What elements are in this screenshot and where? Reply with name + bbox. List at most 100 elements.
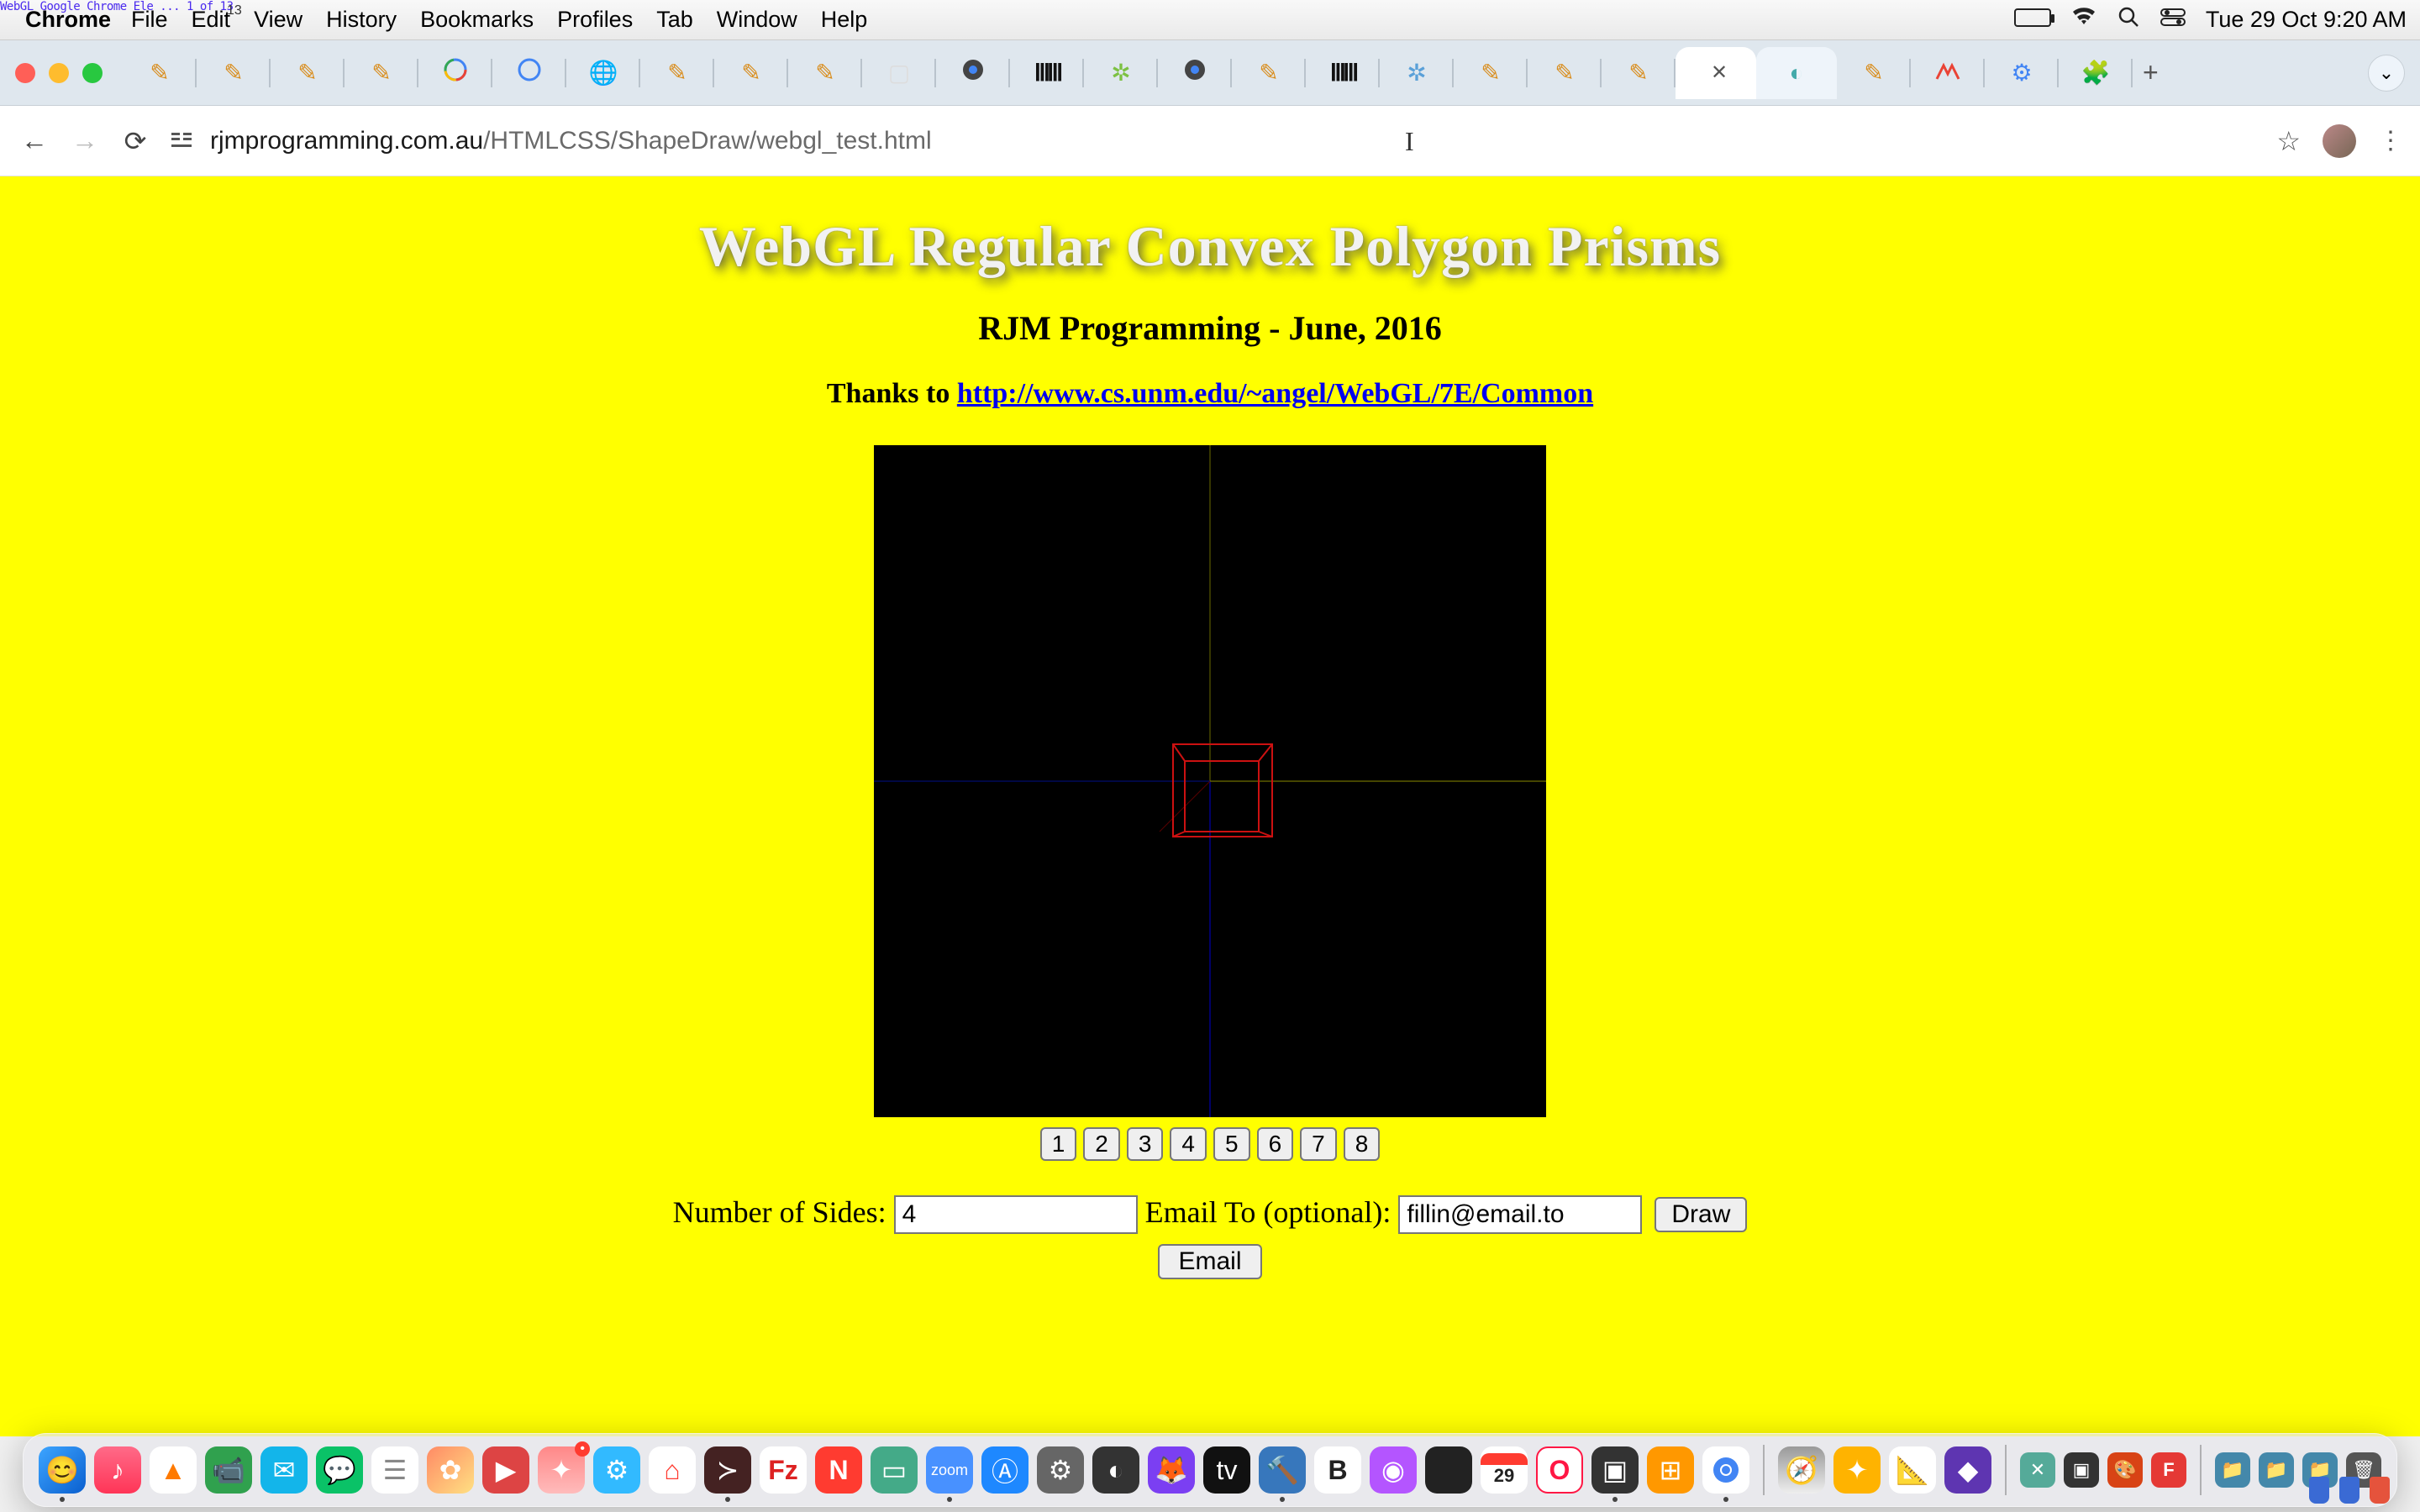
bookmark-star-icon[interactable]: ☆ — [2276, 125, 2301, 157]
dock-gears-icon[interactable]: ⚙ — [1037, 1446, 1084, 1494]
tab-23[interactable]: ◐ — [1756, 47, 1837, 99]
dock-filezilla-icon[interactable]: Fz — [760, 1446, 807, 1494]
tab-27[interactable]: 🧩 — [2059, 47, 2133, 99]
tab-24[interactable]: ✎ — [1837, 47, 1911, 99]
side-count-6[interactable]: 6 — [1257, 1127, 1294, 1161]
dock-app-a-icon[interactable]: ✦• — [538, 1446, 585, 1494]
dock-matlab-icon[interactable]: 📐 — [1889, 1446, 1936, 1494]
sides-input[interactable] — [894, 1195, 1138, 1234]
dock-firefox-icon[interactable]: 🦊 — [1148, 1446, 1195, 1494]
tab-14[interactable]: ✲ — [1084, 47, 1158, 99]
menu-history[interactable]: History — [326, 7, 397, 33]
dock-facetime-icon[interactable]: 📹 — [205, 1446, 252, 1494]
dock-colorwheel-icon[interactable]: ◐ — [1092, 1446, 1139, 1494]
side-count-5[interactable]: 5 — [1213, 1127, 1250, 1161]
dock-mail-icon[interactable]: ✉ — [260, 1446, 308, 1494]
tab-3[interactable]: ✎ — [271, 47, 345, 99]
forward-button[interactable]: → — [67, 123, 103, 159]
dock-recent-4-icon[interactable]: F — [2151, 1452, 2186, 1488]
spotlight-icon[interactable] — [2117, 5, 2140, 34]
tab-active[interactable]: ✕ — [1676, 47, 1756, 99]
dock-appstore-icon[interactable]: Ⓐ — [981, 1446, 1028, 1494]
tab-8[interactable]: ✎ — [640, 47, 714, 99]
tab-17[interactable]: ⅢⅢ — [1306, 47, 1380, 99]
chrome-menu-icon[interactable]: ⋮ — [2378, 126, 2403, 155]
dock-xcode-icon[interactable]: 🔨 — [1259, 1446, 1306, 1494]
profile-avatar[interactable] — [2323, 124, 2356, 158]
reload-button[interactable]: ⟳ — [118, 123, 153, 159]
tab-9[interactable]: ✎ — [714, 47, 788, 99]
tab-26[interactable]: ⚙ — [1985, 47, 2059, 99]
dock-reminders-icon[interactable]: ☰ — [371, 1446, 418, 1494]
dock-messages-icon[interactable]: 💬 — [316, 1446, 363, 1494]
tab-21[interactable]: ✎ — [1602, 47, 1676, 99]
dock-folder-2-icon[interactable]: 📁 — [2259, 1452, 2294, 1488]
dock-zoom-icon[interactable]: zoom — [926, 1446, 973, 1494]
side-count-3[interactable]: 3 — [1127, 1127, 1164, 1161]
maximize-window-button[interactable] — [82, 63, 103, 83]
dock-home-icon[interactable]: ⌂ — [649, 1446, 696, 1494]
thanks-link[interactable]: http://www.cs.unm.edu/~angel/WebGL/7E/Co… — [957, 378, 1593, 409]
menu-window[interactable]: Window — [717, 7, 797, 33]
email-to-input[interactable] — [1398, 1195, 1642, 1234]
menubar-clock[interactable]: Tue 29 Oct 9:20 AM — [2206, 7, 2407, 33]
menu-profiles[interactable]: Profiles — [557, 7, 633, 33]
tab-5[interactable] — [418, 47, 492, 99]
dock-photos-icon[interactable]: ✿ — [427, 1446, 474, 1494]
tab-1[interactable]: ✎ — [123, 47, 197, 99]
dock-chrome-icon[interactable] — [1702, 1446, 1749, 1494]
tab-18[interactable]: ✲ — [1380, 47, 1454, 99]
side-count-8[interactable]: 8 — [1344, 1127, 1381, 1161]
dock-terminal-a-icon[interactable]: ≻ — [704, 1446, 751, 1494]
dock-music-icon[interactable]: ♪ — [94, 1446, 141, 1494]
dock-calendar-icon[interactable]: 29 — [1481, 1446, 1528, 1494]
side-count-2[interactable]: 2 — [1083, 1127, 1120, 1161]
tab-10[interactable]: ✎ — [788, 47, 862, 99]
dock-purple-app-icon[interactable]: ◆ — [1944, 1446, 1991, 1494]
back-button[interactable]: ← — [17, 123, 52, 159]
address-bar[interactable]: rjmprogramming.com.au/HTMLCSS/ShapeDraw/… — [210, 127, 2261, 155]
side-count-1[interactable]: 1 — [1040, 1127, 1077, 1161]
control-center-icon[interactable] — [2160, 7, 2186, 33]
dock-vlc-icon[interactable]: ▲ — [150, 1446, 197, 1494]
dock-recent-1-icon[interactable]: ✕ — [2020, 1452, 2055, 1488]
side-count-4[interactable]: 4 — [1170, 1127, 1207, 1161]
dock-tv-red-icon[interactable]: ▶ — [482, 1446, 529, 1494]
tab-25[interactable] — [1911, 47, 1985, 99]
dock-bold-b-icon[interactable]: B — [1314, 1446, 1361, 1494]
dock-calc-icon[interactable]: ⊞ — [1647, 1446, 1694, 1494]
tab-19[interactable]: ✎ — [1454, 47, 1528, 99]
dock-appstore-b-icon[interactable]: ⚙ — [593, 1446, 640, 1494]
wifi-icon[interactable] — [2071, 7, 2096, 33]
email-button[interactable]: Email — [1158, 1244, 1261, 1279]
dock-podcasts-icon[interactable]: ◉ — [1370, 1446, 1417, 1494]
tab-13[interactable]: ⅢⅢ — [1010, 47, 1084, 99]
new-tab-button[interactable]: + — [2143, 57, 2159, 88]
close-tab-icon[interactable]: ✕ — [1711, 60, 1728, 85]
close-window-button[interactable] — [15, 63, 35, 83]
tab-overflow-button[interactable]: ⌄ — [2368, 55, 2405, 92]
site-info-button[interactable] — [168, 128, 195, 155]
dock-gold-app-icon[interactable]: ✦ — [1833, 1446, 1881, 1494]
tab-4[interactable]: ✎ — [345, 47, 418, 99]
dock-folder-1-icon[interactable]: 📁 — [2215, 1452, 2250, 1488]
tab-16[interactable]: ✎ — [1232, 47, 1306, 99]
minimize-window-button[interactable] — [49, 63, 69, 83]
dock-black-box-icon[interactable] — [1425, 1446, 1472, 1494]
tab-20[interactable]: ✎ — [1528, 47, 1602, 99]
dock-appletv-icon[interactable]: tv — [1203, 1446, 1250, 1494]
tab-12[interactable] — [936, 47, 1010, 99]
battery-icon[interactable] — [2014, 7, 2051, 33]
dock-recent-2-icon[interactable]: ▣ — [2064, 1452, 2099, 1488]
tab-15[interactable] — [1158, 47, 1232, 99]
tab-7[interactable]: 🌐 — [566, 47, 640, 99]
dock-news-icon[interactable]: N — [815, 1446, 862, 1494]
menu-view[interactable]: View — [254, 7, 302, 33]
tab-2[interactable]: ✎ — [197, 47, 271, 99]
webgl-canvas[interactable] — [874, 445, 1546, 1117]
menu-tab[interactable]: Tab — [656, 7, 693, 33]
dock-recent-3-icon[interactable]: 🎨 — [2107, 1452, 2143, 1488]
dock-opera-icon[interactable]: O — [1536, 1446, 1583, 1494]
dock-safari-icon[interactable]: 🧭 — [1778, 1446, 1825, 1494]
dock-terminal-icon[interactable]: ▣ — [1591, 1446, 1639, 1494]
